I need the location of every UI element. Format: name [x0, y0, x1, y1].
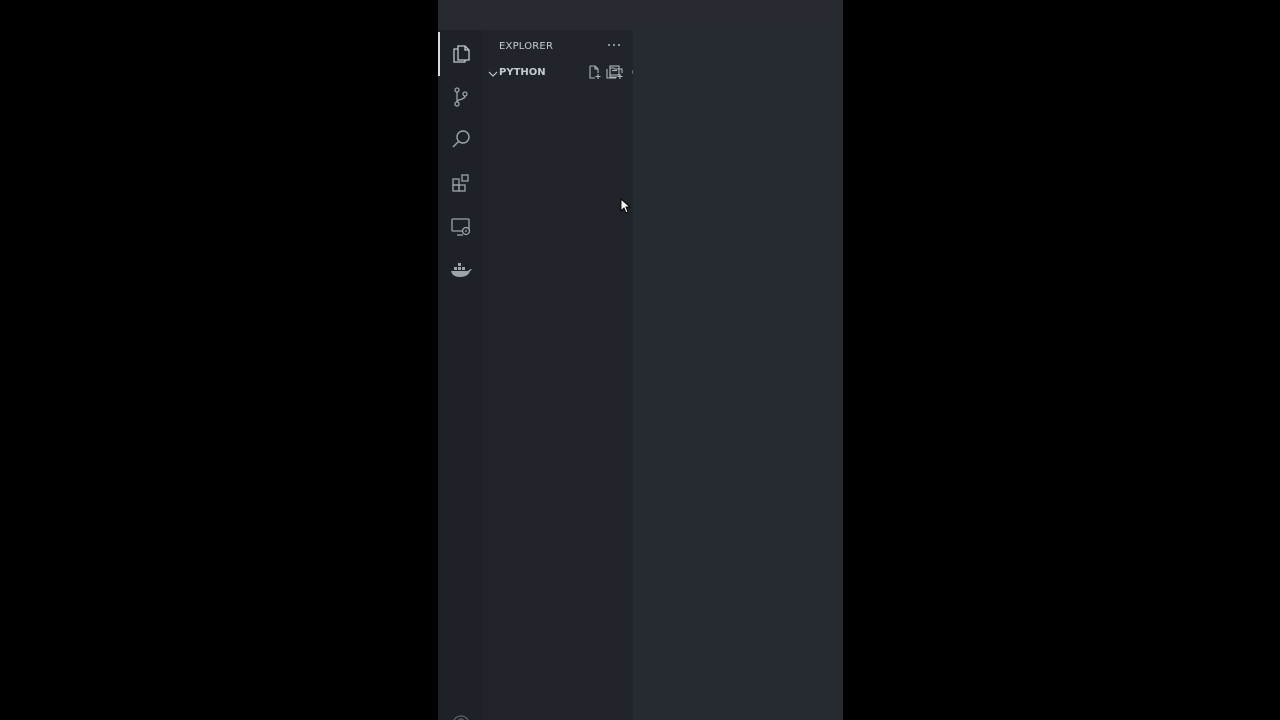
letterbox-left [0, 0, 438, 720]
ellipsis-icon[interactable] [606, 37, 622, 53]
workspace-folder-name: PYTHON [499, 67, 546, 78]
activity-item-docker[interactable] [438, 248, 483, 292]
explorer-sidebar: EXPLORER PYTHON [483, 30, 642, 720]
activity-item-source-control[interactable] [438, 75, 483, 119]
title-bar [438, 0, 843, 30]
chevron-down-icon [486, 66, 500, 80]
activity-item-remote-explorer[interactable] [438, 205, 483, 249]
vscode-window: EXPLORER PYTHON [438, 0, 843, 720]
collapse-all-icon [606, 64, 620, 83]
letterbox-right [843, 0, 1280, 720]
search-icon [450, 128, 472, 150]
explorer-title: EXPLORER [499, 41, 554, 52]
extensions-icon [450, 172, 472, 194]
activity-item-extensions[interactable] [438, 161, 483, 205]
source-control-icon [450, 86, 472, 108]
mouse-pointer-icon [619, 197, 633, 214]
docker-icon [449, 259, 473, 281]
editor-area[interactable] [606, 30, 843, 720]
new-file-icon [587, 64, 601, 83]
explorer-header: EXPLORER [483, 30, 633, 65]
remote-explorer-icon [450, 216, 472, 238]
new-file-button[interactable] [586, 64, 602, 83]
account-icon [450, 713, 472, 720]
activity-item-accounts[interactable] [438, 702, 483, 720]
activity-item-explorer[interactable] [438, 32, 483, 76]
files-icon [450, 43, 472, 65]
collapse-folders-button[interactable] [605, 64, 621, 83]
activity-item-search[interactable] [438, 117, 483, 161]
activity-bar [438, 30, 483, 720]
